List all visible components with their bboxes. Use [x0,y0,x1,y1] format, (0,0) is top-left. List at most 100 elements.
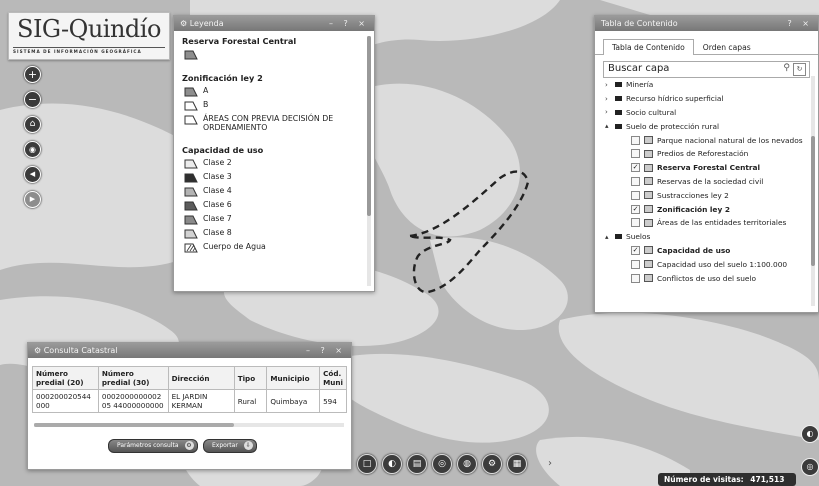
tree-layer[interactable]: ✓ Capacidad de uso [605,244,805,258]
legend-window-controls[interactable]: – ? × [329,16,369,31]
legend-scrollbar[interactable] [367,36,371,286]
tree-layer[interactable]: ✓ Reserva Forestal Central [605,161,805,175]
table-cell: Rural [233,389,268,413]
layer-icon [644,218,653,227]
layer-icon [644,149,653,158]
tree-layer[interactable]: Conflictos de uso del suelo [605,271,805,285]
layer-checkbox[interactable] [631,176,640,186]
tree-label: Suelo de protección rural [626,121,720,131]
location-button[interactable]: ◉ [24,141,41,158]
layer-checkbox-checked[interactable]: ✓ [631,204,640,214]
tool-select-icon[interactable]: □ [357,454,377,474]
toc-titlebar[interactable]: Tabla de Contenido ? × [595,16,818,31]
folder-icon [615,96,622,102]
tab-tabla-contenido[interactable]: Tabla de Contenido [603,39,694,55]
layer-checkbox-checked[interactable]: ✓ [631,245,640,255]
tree-layer[interactable]: Predios de Reforestación [605,147,805,161]
layer-checkbox[interactable] [631,273,640,283]
legend-item: Clase 3 [184,172,366,183]
tree-folder[interactable]: ▴ Suelos [605,230,805,244]
layer-checkbox-checked[interactable]: ✓ [631,163,640,173]
collapse-icon[interactable]: ▴ [605,233,615,241]
legend-scroll-thumb[interactable] [367,36,371,216]
visibility-icon[interactable]: ◎ [801,458,819,476]
tool-identify-icon[interactable]: ◎ [432,454,452,474]
col-header: Municipio [266,366,321,390]
catastro-window-controls[interactable]: – ? × [306,343,346,358]
layer-icon [644,163,653,172]
toc-scrollbar[interactable] [811,76,815,306]
legend-item: Clase 7 [184,214,366,225]
home-button[interactable]: ⌂ [24,116,41,133]
bottom-toolbar: □ ◐ ▤ ◎ ◍ ⚙ ▦ [357,454,532,474]
layer-icon [644,260,653,269]
layer-search-input[interactable]: Buscar capa ⚲ ↻ [603,61,810,78]
zoom-in-button[interactable]: + [24,66,41,83]
forward-button[interactable]: ▶ [24,191,41,208]
collapse-icon[interactable]: ▴ [605,122,615,130]
parametros-consulta-button[interactable]: Parámetros consulta ⚙ [108,439,198,453]
tree-layer[interactable]: Reservas de la sociedad civil [605,175,805,189]
tree-layer[interactable]: Capacidad uso del suelo 1:100.000 [605,257,805,271]
expand-icon[interactable]: › [605,81,615,89]
legend-swatch [184,115,198,125]
tool-layers-icon[interactable]: ▤ [407,454,427,474]
legend-item [184,49,366,60]
layer-checkbox[interactable] [631,149,640,159]
tool-basemap-icon[interactable]: ◐ [382,454,402,474]
tree-folder[interactable]: › Socio cultural [605,106,805,120]
layer-icon [644,246,653,255]
layer-checkbox[interactable] [631,135,640,145]
toc-scroll-thumb[interactable] [811,136,815,266]
legend-item-label: Clase 7 [203,214,232,223]
toolbar-next-arrow[interactable]: › [548,458,552,469]
tree-folder[interactable]: › Recurso hídrico superficial [605,92,805,106]
tree-layer[interactable]: Parque nacional natural de los nevados [605,133,805,147]
tree-label: Parque nacional natural de los nevados [657,135,803,145]
refresh-icon[interactable]: ↻ [793,63,806,76]
exportar-button[interactable]: Exportar ⇩ [203,439,257,453]
legend-window: ⚙ Leyenda – ? × Reserva Forestal Central… [173,15,375,292]
app-logo[interactable]: SIG-Quindío SISTEMA DE INFORMACIÓN GEOGR… [8,12,170,60]
table-cell: 000200000000205 44000000000 [97,389,169,413]
search-icon[interactable]: ⚲ [783,63,790,73]
catastro-titlebar[interactable]: ⚙ Consulta Catastral – ? × [28,343,351,358]
layer-checkbox[interactable] [631,190,640,200]
expand-icon[interactable]: › [605,108,615,116]
layer-icon [644,205,653,214]
tree-layer[interactable]: ✓ Zonificación ley 2 [605,202,805,216]
zoom-out-button[interactable]: − [24,91,41,108]
legend-item: A [184,86,366,97]
tree-label: Conflictos de uso del suelo [657,273,757,283]
layer-checkbox[interactable] [631,218,640,228]
tool-settings-icon[interactable]: ⚙ [482,454,502,474]
button-label: Exportar [212,442,238,449]
tool-table-icon[interactable]: ▦ [507,454,527,474]
back-button[interactable]: ◀ [24,166,41,183]
tree-label: Recurso hídrico superficial [626,94,724,104]
tree-folder[interactable]: › Minería [605,78,805,92]
expand-icon[interactable]: › [605,95,615,103]
legend-swatch [184,50,198,60]
overview-map-icon[interactable]: ◐ [801,425,819,443]
table-row[interactable]: 000200020544000 000200000000205 44000000… [32,389,347,413]
toc-window-controls[interactable]: ? × [788,16,814,31]
tree-label: Sustracciones ley 2 [657,190,729,200]
layer-checkbox[interactable] [631,259,640,269]
legend-titlebar[interactable]: ⚙ Leyenda – ? × [174,16,374,31]
layer-icon [644,191,653,200]
legend-item-label: Clase 2 [203,158,232,167]
legend-swatch-hatch [184,243,198,253]
legend-item-label: ÁREAS CON PREVIA DECISIÓN DE ORDENAMIENT… [203,114,334,132]
tool-globe-icon[interactable]: ◍ [457,454,477,474]
catastro-hscroll[interactable] [34,423,344,427]
tree-layer[interactable]: Áreas de las entidades territoriales [605,216,805,230]
tree-label: Capacidad de uso [657,245,731,255]
tree-layer[interactable]: Sustracciones ley 2 [605,188,805,202]
legend-item: Clase 8 [184,228,366,239]
tree-folder[interactable]: ▴ Suelo de protección rural [605,119,805,133]
tab-orden-capas[interactable]: Orden capas [694,39,760,55]
hscroll-thumb[interactable] [34,423,234,427]
legend-section-title: Capacidad de uso [182,145,264,155]
tree-label: Minería [626,80,654,90]
